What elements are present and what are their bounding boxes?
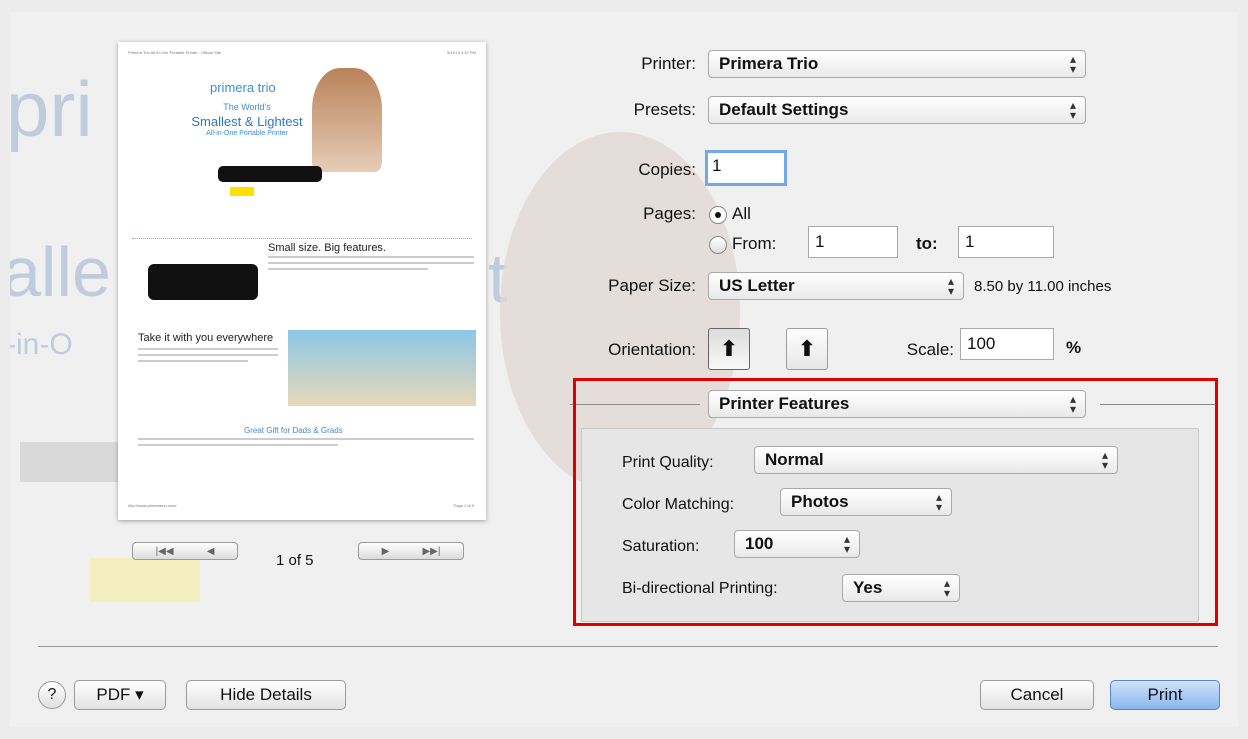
- print-button[interactable]: Print: [1110, 680, 1220, 710]
- color-matching-value: Photos: [791, 492, 849, 511]
- presets-select-value: Default Settings: [719, 100, 849, 119]
- saturation-label: Saturation:: [622, 538, 700, 555]
- pages-to-label: to:: [916, 234, 938, 253]
- pages-to-input[interactable]: 1: [958, 226, 1054, 258]
- section-separator-right: [1100, 404, 1218, 405]
- pdf-menu-button[interactable]: PDF ▾: [74, 680, 166, 710]
- preview-buy-badge: [230, 187, 254, 196]
- section-separator-left: [570, 404, 700, 405]
- paper-size-label: Paper Size:: [608, 276, 696, 295]
- preview-footer-left: http://www.primeratrio.com/: [128, 503, 177, 508]
- preview-paragraph: [138, 348, 278, 350]
- pages-label: Pages:: [643, 204, 696, 223]
- pages-from-label: From:: [732, 234, 777, 253]
- preview-heading: Great Gift for Dads & Grads: [244, 426, 343, 435]
- preview-tagline: The World's: [223, 102, 271, 112]
- preview-header-right: 5/11/15 4:37 PM: [446, 50, 476, 55]
- first-page-icon[interactable]: |◀◀: [156, 546, 174, 557]
- preview-footer-right: Page 1 of 5: [453, 503, 474, 508]
- updown-arrows-icon: ▴ ▾: [947, 274, 954, 298]
- preview-tagline: All-in-One Portable Printer: [206, 130, 288, 137]
- printer-label: Printer:: [641, 54, 696, 73]
- previous-page-icon[interactable]: ◀: [207, 546, 215, 557]
- updown-arrows-icon: ▴ ▾: [1101, 448, 1108, 472]
- printer-select-value: Primera Trio: [719, 54, 819, 73]
- preview-printer-image: [218, 166, 322, 182]
- color-matching-select[interactable]: Photos ▴ ▾: [780, 488, 952, 516]
- preview-paragraph: [268, 256, 474, 258]
- preview-beach-photo: [288, 330, 476, 406]
- scale-input[interactable]: 100: [960, 328, 1054, 360]
- background-page-button: [90, 558, 200, 602]
- print-quality-label: Print Quality:: [622, 454, 714, 471]
- section-select-value: Printer Features: [719, 394, 850, 413]
- preview-printer-image: [148, 264, 258, 300]
- preview-paragraph: [138, 444, 338, 446]
- print-preview-page: Primera Trio All-in-One Portable Printer…: [118, 42, 486, 520]
- paper-size-select[interactable]: US Letter ▴ ▾: [708, 272, 964, 300]
- last-page-icon[interactable]: ▶▶|: [422, 546, 440, 557]
- background-page-text: -in-O: [10, 328, 73, 361]
- bidirectional-printing-label: Bi-directional Printing:: [622, 580, 778, 597]
- preview-heading: Small size. Big features.: [268, 242, 386, 254]
- scale-percent-unit: %: [1066, 338, 1082, 357]
- presets-select[interactable]: Default Settings ▴ ▾: [708, 96, 1086, 124]
- pages-range-radio[interactable]: [709, 236, 727, 254]
- scale-label: Scale:: [906, 340, 954, 359]
- portrait-orientation-icon: ⬆︎: [719, 336, 739, 361]
- page-forward-segmented-control: ▶ ▶▶|: [358, 542, 464, 560]
- bidirectional-printing-select[interactable]: Yes ▴ ▾: [842, 574, 960, 602]
- landscape-orientation-icon: ⬆︎: [797, 336, 817, 361]
- section-select[interactable]: Printer Features ▴ ▾: [708, 390, 1086, 418]
- help-button[interactable]: ?: [38, 681, 66, 709]
- pages-from-input[interactable]: 1: [808, 226, 898, 258]
- preview-tagline: Smallest & Lightest: [191, 114, 303, 129]
- updown-arrows-icon: ▴ ▾: [943, 576, 950, 600]
- preview-brand: primera trio: [210, 80, 276, 95]
- page-count-label: 1 of 5: [276, 552, 314, 569]
- landscape-orientation-button[interactable]: ⬆︎: [786, 328, 828, 370]
- saturation-value: 100: [745, 534, 774, 553]
- paper-size-dimensions: 8.50 by 11.00 inches: [974, 278, 1112, 295]
- updown-arrows-icon: ▴ ▾: [1069, 52, 1076, 76]
- printer-select[interactable]: Primera Trio ▴ ▾: [708, 50, 1086, 78]
- page-back-segmented-control: |◀◀ ◀: [132, 542, 238, 560]
- preview-paragraph: [268, 262, 474, 264]
- preview-paragraph: [138, 360, 248, 362]
- pages-all-label: All: [732, 204, 751, 223]
- preview-paragraph: [138, 438, 474, 440]
- bidirectional-printing-value: Yes: [853, 578, 883, 597]
- preview-paragraph: [138, 354, 278, 356]
- updown-arrows-icon: ▴ ▾: [1069, 98, 1076, 122]
- portrait-orientation-button[interactable]: ⬆︎: [708, 328, 750, 370]
- updown-arrows-icon: ▴ ▾: [935, 490, 942, 514]
- bottom-divider: [38, 646, 1218, 647]
- updown-arrows-icon: ▴ ▾: [843, 532, 850, 556]
- print-quality-select[interactable]: Normal ▴ ▾: [754, 446, 1118, 474]
- cancel-button[interactable]: Cancel: [980, 680, 1094, 710]
- preview-paragraph: [268, 268, 428, 270]
- preview-heading: Take it with you everywhere: [138, 332, 274, 344]
- preview-header-left: Primera Trio All-in-One Portable Printer…: [128, 50, 222, 55]
- pages-all-radio[interactable]: [709, 206, 727, 224]
- updown-arrows-icon: ▴ ▾: [1069, 392, 1076, 416]
- presets-label: Presets:: [633, 100, 696, 119]
- preview-woman-photo: [312, 68, 382, 172]
- background-page-text: alle: [10, 233, 111, 311]
- print-quality-value: Normal: [765, 450, 824, 469]
- preview-links-row: [132, 238, 472, 241]
- paper-size-select-value: US Letter: [719, 276, 795, 295]
- copies-label: Copies:: [638, 160, 696, 179]
- background-page-shape: [20, 442, 120, 482]
- color-matching-label: Color Matching:: [622, 496, 735, 513]
- print-dialog: pri alle t -in-O Primera Trio All-in-One…: [10, 12, 1238, 727]
- hide-details-button[interactable]: Hide Details: [186, 680, 346, 710]
- background-page-text: pri: [10, 65, 93, 153]
- copies-input[interactable]: 1: [705, 150, 787, 186]
- saturation-select[interactable]: 100 ▴ ▾: [734, 530, 860, 558]
- next-page-icon[interactable]: ▶: [382, 546, 390, 557]
- orientation-label: Orientation:: [608, 340, 696, 359]
